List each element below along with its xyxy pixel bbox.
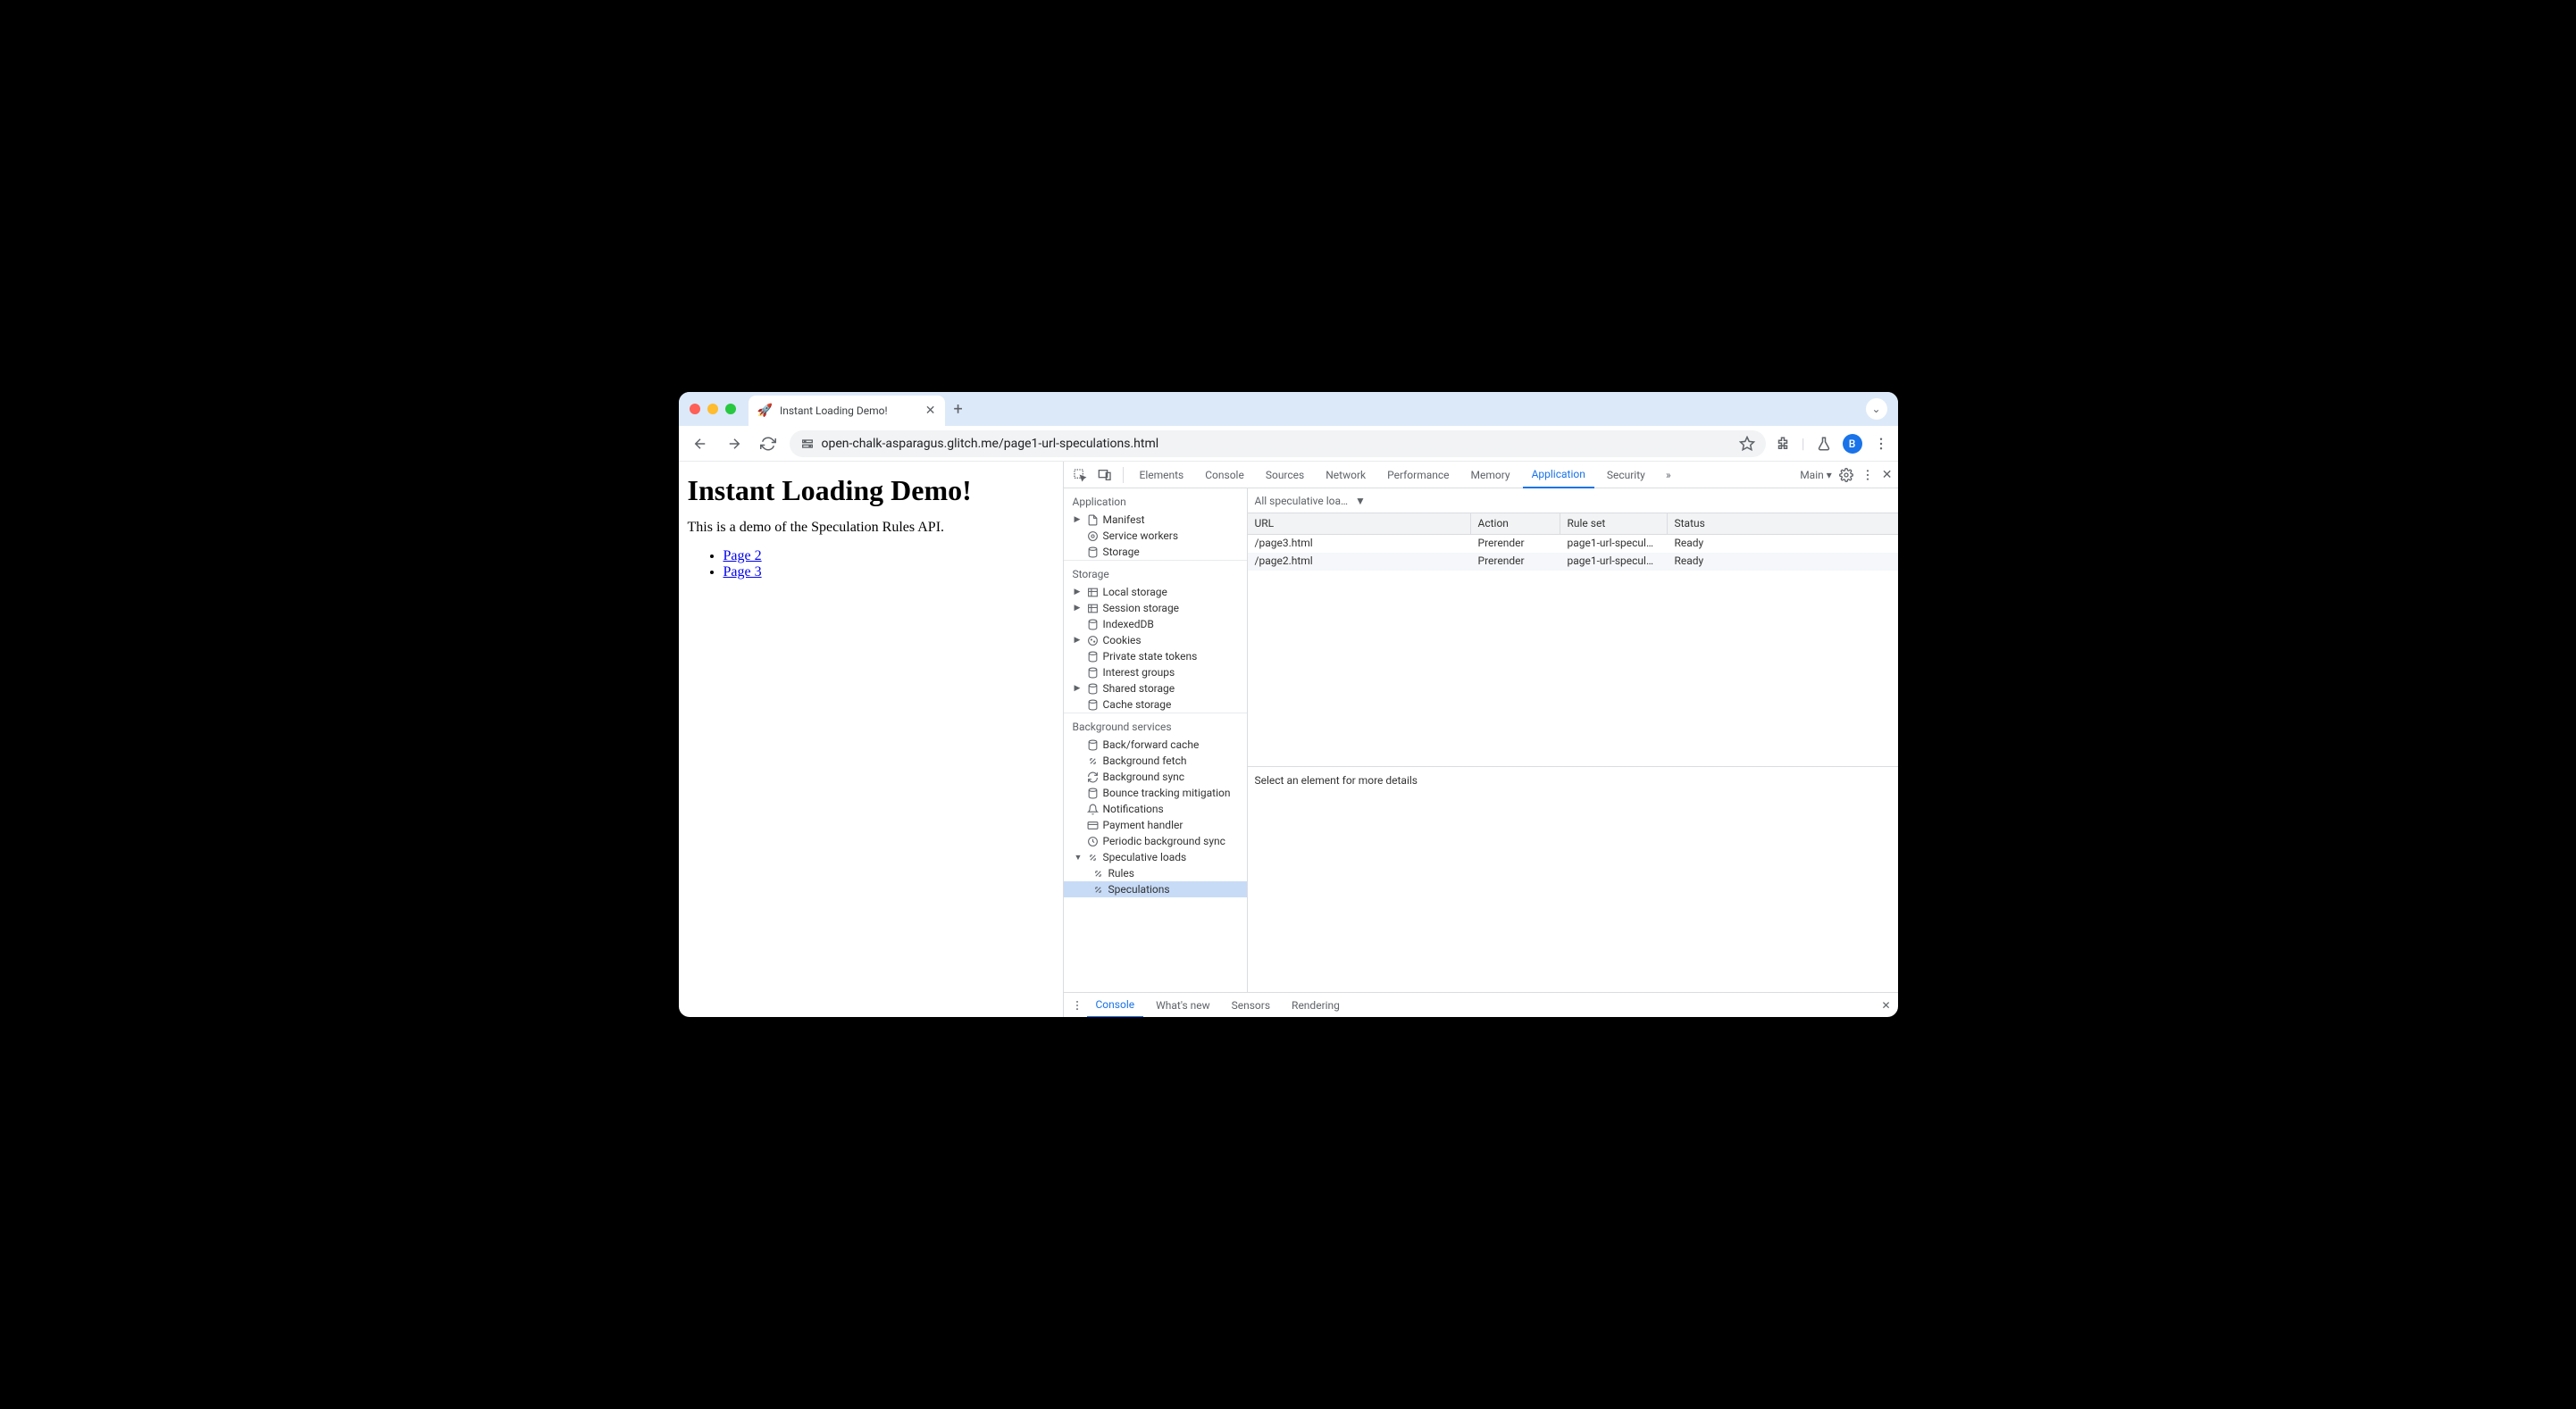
inspect-element-icon[interactable] [1069, 468, 1091, 482]
device-toolbar-icon[interactable] [1094, 468, 1116, 482]
sidebar-item-background-fetch[interactable]: Background fetch [1064, 753, 1247, 769]
chrome-menu-icon[interactable] [1873, 436, 1889, 452]
bookmark-icon[interactable] [1739, 436, 1755, 452]
application-sidebar: Application ▶Manifest Service workers St… [1064, 488, 1248, 992]
page-paragraph: This is a demo of the Speculation Rules … [688, 520, 1054, 536]
close-tab-button[interactable]: ✕ [925, 404, 936, 418]
drawer-tab-sensors[interactable]: Sensors [1223, 993, 1279, 1018]
devtools: Elements Console Sources Network Perform… [1063, 462, 1898, 1017]
sidebar-item-notifications[interactable]: Notifications [1064, 801, 1247, 817]
sidebar-item-shared-storage[interactable]: ▶Shared storage [1064, 680, 1247, 696]
sidebar-item-manifest[interactable]: ▶Manifest [1064, 512, 1247, 528]
devtools-drawer: Console What's new Sensors Rendering ✕ [1064, 992, 1898, 1017]
devtools-body: Application ▶Manifest Service workers St… [1064, 488, 1898, 992]
address-bar[interactable]: open-chalk-asparagus.glitch.me/page1-url… [790, 430, 1766, 457]
col-url[interactable]: URL [1248, 513, 1471, 534]
tab-title: Instant Loading Demo! [780, 404, 888, 417]
page-link-list: Page 2 Page 3 [688, 548, 1054, 580]
extensions-icon[interactable] [1775, 436, 1791, 452]
col-status[interactable]: Status [1668, 513, 1898, 534]
tab-sources[interactable]: Sources [1257, 462, 1313, 488]
sidebar-item-service-workers[interactable]: Service workers [1064, 528, 1247, 544]
application-main: All speculative loa… ▼ URL Action Rule s… [1248, 488, 1898, 992]
sidebar-item-indexeddb[interactable]: IndexedDB [1064, 616, 1247, 632]
speculations-table: URL Action Rule set Status /page3.html P… [1248, 513, 1898, 767]
sidebar-item-local-storage[interactable]: ▶Local storage [1064, 584, 1247, 600]
page-link[interactable]: Page 3 [723, 564, 762, 579]
sidebar-item-bounce-tracking[interactable]: Bounce tracking mitigation [1064, 785, 1247, 801]
page-viewport: Instant Loading Demo! This is a demo of … [679, 462, 1063, 1017]
target-selector[interactable]: Main ▾ [1800, 469, 1832, 481]
close-drawer-button[interactable]: ✕ [1881, 999, 1890, 1012]
toolbar: open-chalk-asparagus.glitch.me/page1-url… [679, 426, 1898, 462]
profile-avatar[interactable]: B [1843, 434, 1862, 454]
dropdown-icon: ▼ [1355, 495, 1366, 507]
browser-window: 🚀 Instant Loading Demo! ✕ + ⌄ open-chalk… [679, 392, 1898, 1017]
tab-application[interactable]: Application [1523, 462, 1594, 488]
section-header-background: Background services [1064, 713, 1247, 737]
sidebar-item-cache-storage[interactable]: Cache storage [1064, 696, 1247, 713]
labs-icon[interactable] [1816, 436, 1832, 452]
url-text: open-chalk-asparagus.glitch.me/page1-url… [822, 437, 1732, 451]
page-heading: Instant Loading Demo! [688, 474, 1054, 507]
minimize-window-button[interactable] [707, 404, 718, 414]
sidebar-item-interest-groups[interactable]: Interest groups [1064, 664, 1247, 680]
drawer-tab-whatsnew[interactable]: What's new [1147, 993, 1219, 1018]
page-link[interactable]: Page 2 [723, 548, 762, 563]
forward-button[interactable] [722, 431, 747, 456]
titlebar: 🚀 Instant Loading Demo! ✕ + ⌄ [679, 392, 1898, 426]
drawer-menu-icon[interactable] [1071, 999, 1083, 1012]
sidebar-item-rules[interactable]: Rules [1064, 865, 1247, 881]
tab-memory[interactable]: Memory [1462, 462, 1519, 488]
back-button[interactable] [688, 431, 713, 456]
browser-tab[interactable]: 🚀 Instant Loading Demo! ✕ [749, 396, 945, 426]
drawer-tab-console[interactable]: Console [1087, 993, 1144, 1018]
devtools-tabs: Elements Console Sources Network Perform… [1064, 462, 1898, 488]
reload-button[interactable] [756, 431, 781, 456]
window-controls [690, 404, 736, 414]
table-row[interactable]: /page2.html Prerender page1-url-specul… … [1248, 553, 1898, 571]
sidebar-item-storage[interactable]: Storage [1064, 544, 1247, 560]
tab-elements[interactable]: Elements [1131, 462, 1193, 488]
devtools-menu-icon[interactable] [1861, 468, 1875, 482]
tabs-overflow-icon[interactable]: » [1658, 469, 1679, 481]
tab-security[interactable]: Security [1598, 462, 1654, 488]
sidebar-item-bfcache[interactable]: Back/forward cache [1064, 737, 1247, 753]
drawer-tab-rendering[interactable]: Rendering [1283, 993, 1349, 1018]
sidebar-item-speculations[interactable]: Speculations [1064, 881, 1247, 897]
close-window-button[interactable] [690, 404, 700, 414]
sidebar-item-periodic-sync[interactable]: Periodic background sync [1064, 833, 1247, 849]
col-action[interactable]: Action [1471, 513, 1560, 534]
section-header-application: Application [1064, 488, 1247, 512]
new-tab-button[interactable]: + [954, 400, 963, 419]
table-row[interactable]: /page3.html Prerender page1-url-specul… … [1248, 535, 1898, 553]
site-settings-icon[interactable] [800, 437, 815, 451]
sidebar-item-private-state-tokens[interactable]: Private state tokens [1064, 648, 1247, 664]
tab-console[interactable]: Console [1196, 462, 1253, 488]
tab-network[interactable]: Network [1317, 462, 1375, 488]
content-area: Instant Loading Demo! This is a demo of … [679, 462, 1898, 1017]
section-header-storage: Storage [1064, 561, 1247, 584]
detail-placeholder: Select an element for more details [1248, 767, 1898, 992]
tab-overflow-button[interactable]: ⌄ [1866, 398, 1887, 420]
sidebar-item-session-storage[interactable]: ▶Session storage [1064, 600, 1247, 616]
tab-favicon: 🚀 [757, 404, 773, 418]
col-ruleset[interactable]: Rule set [1560, 513, 1668, 534]
sidebar-item-payment-handler[interactable]: Payment handler [1064, 817, 1247, 833]
maximize-window-button[interactable] [725, 404, 736, 414]
tab-performance[interactable]: Performance [1378, 462, 1458, 488]
speculations-filter[interactable]: All speculative loa… ▼ [1248, 488, 1898, 513]
sidebar-item-cookies[interactable]: ▶Cookies [1064, 632, 1247, 648]
settings-icon[interactable] [1839, 468, 1853, 482]
close-devtools-button[interactable]: ✕ [1882, 468, 1893, 482]
sidebar-item-speculative-loads[interactable]: ▼Speculative loads [1064, 849, 1247, 865]
sidebar-item-background-sync[interactable]: Background sync [1064, 769, 1247, 785]
